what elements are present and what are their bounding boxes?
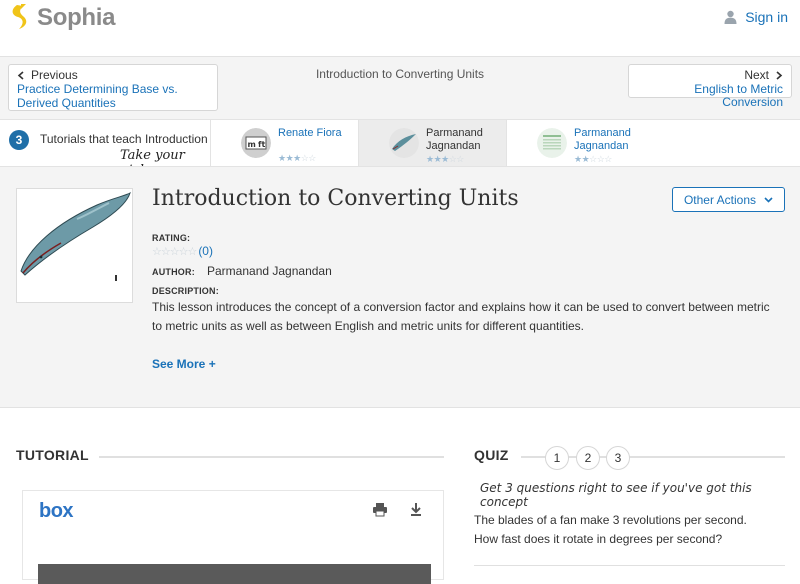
previous-lesson-title-line1: Practice Determining Base vs.: [17, 82, 178, 96]
table-thumbnail-icon: [537, 128, 567, 158]
chevron-down-icon: [764, 196, 773, 203]
download-icon[interactable]: [409, 502, 423, 522]
current-lesson-title: Introduction to Converting Units: [315, 67, 485, 81]
tutorial-count-text: Tutorials that teach Introduction: [40, 132, 208, 146]
rating-stars-icon: ☆☆☆☆☆: [152, 245, 197, 258]
tutorial-count-badge: 3: [9, 130, 29, 150]
next-lesson-title: English to Metric Conversion: [694, 82, 783, 109]
tutorial-picker: 3 Tutorials that teach Introduction Take…: [0, 119, 800, 167]
tutorial-rating-stars: ★★★☆☆: [278, 153, 316, 163]
whale-icon: [389, 128, 419, 158]
measuring-units-icon: m ft: [241, 128, 271, 158]
quiz-question-1-button[interactable]: 1: [545, 446, 569, 470]
sign-in-button[interactable]: Sign in: [724, 9, 788, 25]
tutorial-card[interactable]: Parmanand Jagnandan ★★☆☆☆: [506, 120, 800, 166]
lesson-title: Introduction to Converting Units: [152, 186, 519, 211]
whale-illustration-icon: [20, 191, 131, 281]
chevron-left-icon: [17, 70, 24, 80]
svg-text:ft: ft: [258, 140, 265, 149]
tutorial-heading: TUTORIAL: [16, 447, 89, 463]
quiz-heading: QUIZ: [474, 447, 509, 463]
lesson-thumbnail: [16, 188, 133, 303]
previous-label: Previous: [31, 68, 78, 82]
lesson-description: This lesson introduces the concept of a …: [152, 300, 770, 333]
sophia-logo[interactable]: Sophia: [9, 3, 116, 33]
tutorial-rating-stars: ★★★☆☆: [426, 154, 464, 164]
tutorial-rating-stars: ★★☆☆☆: [574, 154, 612, 164]
tutorial-divider: [99, 456, 444, 458]
tutorial-author: Parmanand Jagnandan: [574, 127, 631, 152]
other-actions-dropdown[interactable]: Other Actions: [672, 187, 785, 212]
print-icon[interactable]: [372, 502, 388, 522]
logo-text: Sophia: [37, 4, 116, 31]
box-document-viewer: box: [22, 490, 444, 584]
tutorial-picker-intro: 3 Tutorials that teach Introduction Take…: [0, 120, 210, 166]
sign-in-label: Sign in: [745, 9, 788, 25]
quiz-question-2-button[interactable]: 2: [576, 446, 600, 470]
document-preview[interactable]: [38, 564, 431, 584]
previous-lesson-button[interactable]: Previous Practice Determining Base vs. D…: [8, 64, 218, 111]
rating-count[interactable]: (0): [198, 244, 213, 258]
content-area: TUTORIAL box QUIZ 1 2 3 Get 3 questions …: [0, 408, 800, 584]
quiz-question-text: The blades of a fan make 3 revolutions p…: [474, 513, 747, 546]
description-label: DESCRIPTION:: [152, 286, 219, 296]
lesson-navigation: Previous Practice Determining Base vs. D…: [0, 57, 800, 119]
author-name: Parmanand Jagnandan: [207, 264, 332, 278]
tutorial-author: Parmanand Jagnandan: [426, 127, 483, 152]
tutorial-card-selected[interactable]: Parmanand Jagnandan ★★★☆☆: [358, 120, 506, 166]
svg-text:m: m: [248, 140, 256, 149]
quiz-question-3-button[interactable]: 3: [606, 446, 630, 470]
lesson-rating: ☆☆☆☆☆ (0): [152, 244, 213, 258]
take-your-pick-text: Take your pick:: [120, 148, 185, 166]
user-icon: [724, 10, 737, 24]
top-header: Sophia Sign in: [0, 0, 800, 57]
tutorial-card[interactable]: m ft Renate Fiora ★★★☆☆: [210, 120, 358, 166]
box-logo: box: [39, 500, 74, 522]
quiz-tagline: Get 3 questions right to see if you've g…: [480, 481, 752, 509]
lesson-header: Introduction to Converting Units Other A…: [0, 167, 800, 408]
chevron-right-icon: [776, 70, 783, 80]
author-label: AUTHOR:: [152, 267, 195, 277]
sophia-logo-icon: [12, 4, 27, 29]
see-more-link[interactable]: See More +: [152, 357, 216, 371]
other-actions-label: Other Actions: [683, 192, 757, 207]
next-label: Next: [744, 68, 769, 82]
next-lesson-button[interactable]: Next English to Metric Conversion: [628, 64, 792, 109]
previous-lesson-title-line2: Derived Quantities: [17, 96, 116, 110]
tutorial-author: Renate Fiora: [278, 127, 342, 139]
rating-label: RATING:: [152, 233, 191, 243]
quiz-answer-divider: [474, 565, 785, 566]
